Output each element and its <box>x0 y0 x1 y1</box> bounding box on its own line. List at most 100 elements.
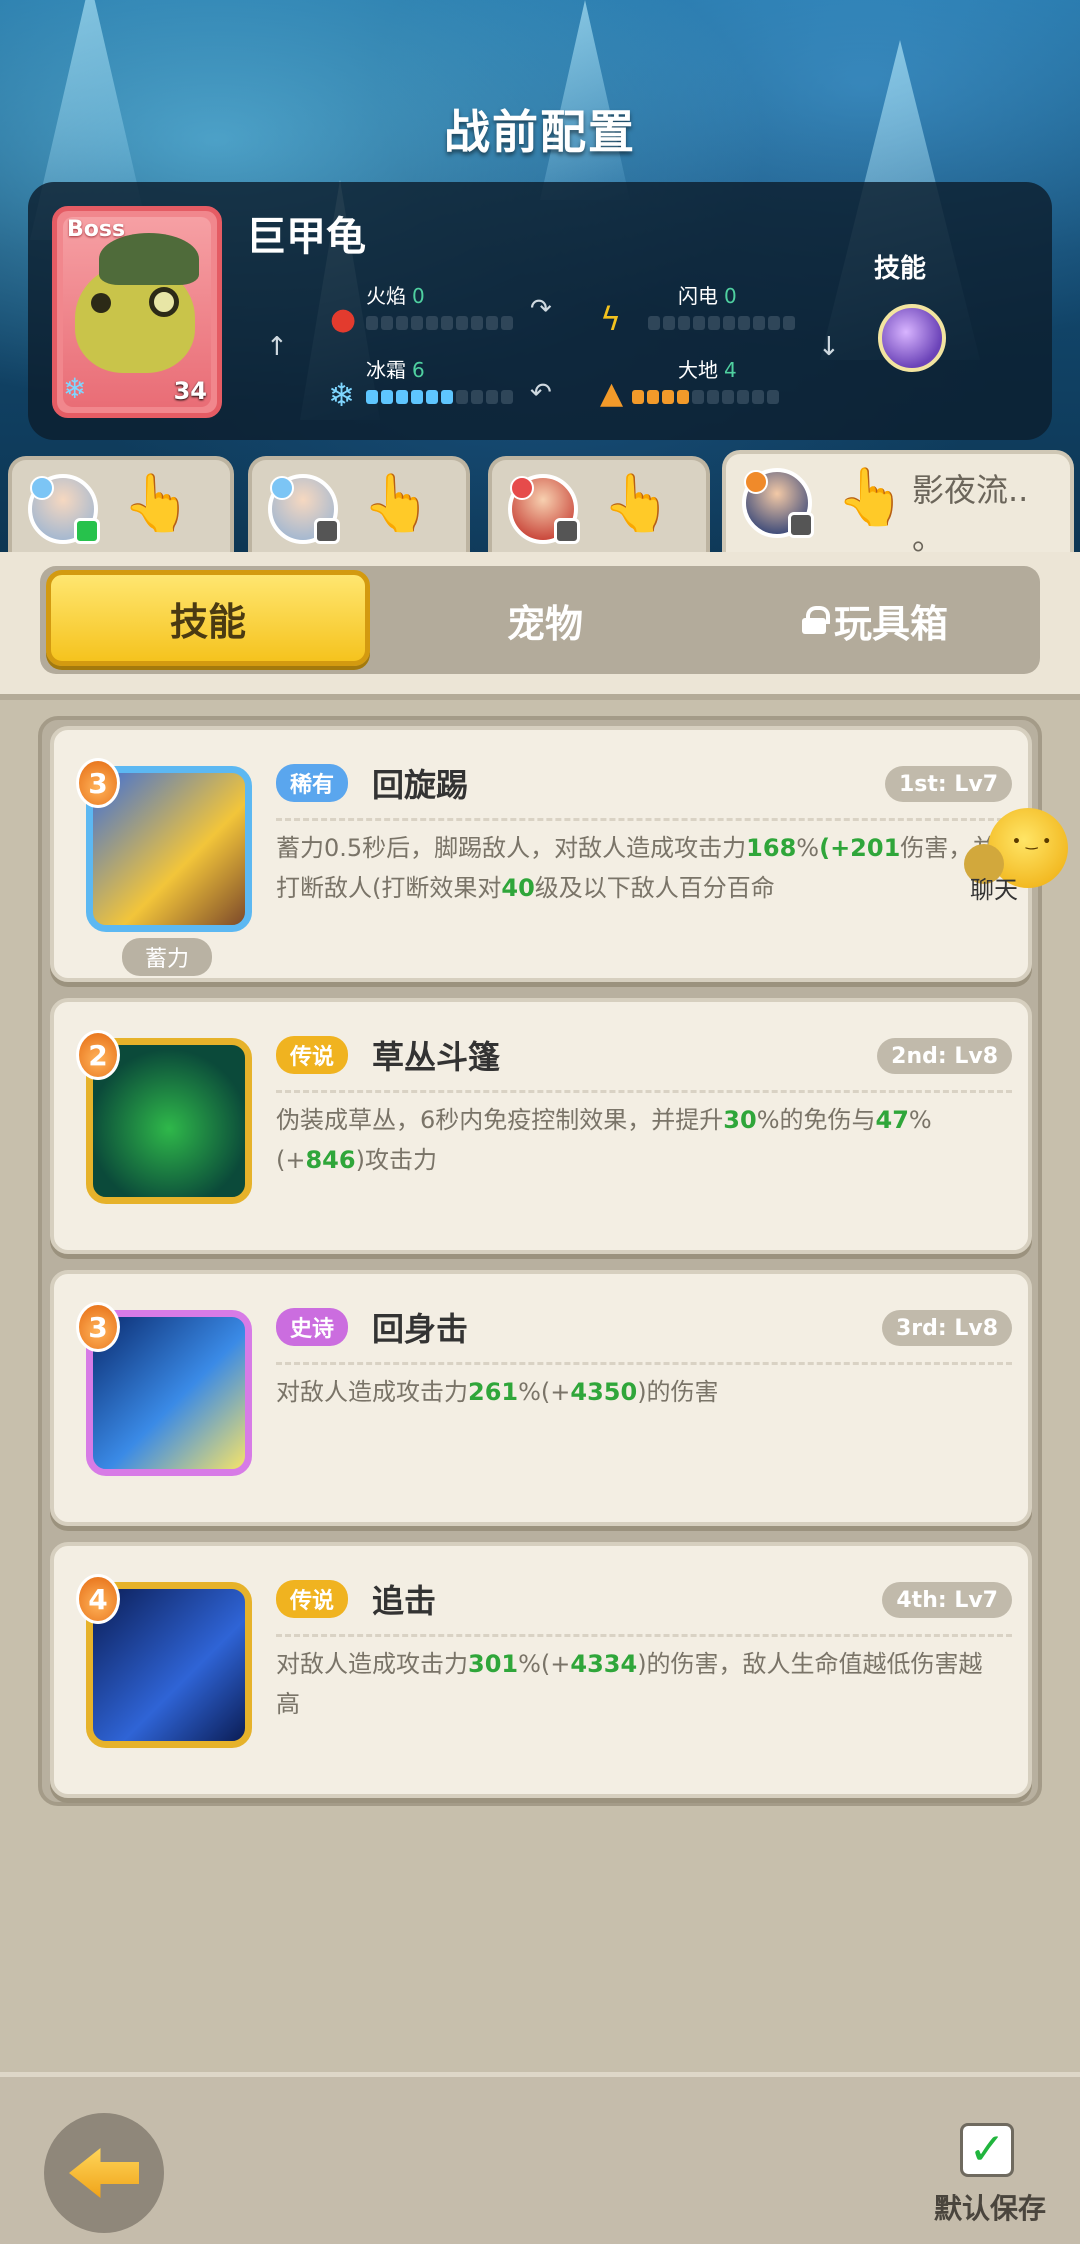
skill-desc-number: 4350 <box>570 1378 638 1406</box>
stat-earth: 大地 4 <box>678 354 737 383</box>
skill-desc-number: 261 <box>468 1378 519 1406</box>
pointing-hand-icon: 👆 <box>362 471 432 536</box>
skill-name: 回身击 <box>372 1310 469 1348</box>
skill-level-badge: 2nd: Lv8 <box>877 1038 1012 1074</box>
skill-card-3[interactable]: 3 史诗 回身击 3rd: Lv8 对敌人造成攻击力261%(+4350)的伤害 <box>50 1270 1032 1526</box>
stat-lightning: 闪电 0 <box>678 280 737 309</box>
skill-slot-number: 4 <box>76 1574 120 1624</box>
skill-desc-number: 30 <box>723 1106 757 1134</box>
rarity-badge: 传说 <box>276 1036 349 1074</box>
stat-bar-ice <box>366 390 513 404</box>
smile-face-icon: • ‿ • <box>1012 834 1052 850</box>
stat-bar-lightning <box>648 316 795 330</box>
stat-value: 0 <box>724 284 737 308</box>
skill-desc-number: 4334 <box>570 1650 638 1678</box>
cycle-arrow-icon: ↓ <box>818 332 840 362</box>
divider <box>276 1634 1012 1637</box>
charge-badge: 蓄力 <box>122 938 212 976</box>
stat-value: 4 <box>724 358 737 382</box>
tab-pets[interactable]: 宠物 <box>380 566 710 674</box>
pointing-hand-icon: 👆 <box>122 471 192 536</box>
lightning-icon: ϟ <box>600 300 622 338</box>
skill-desc-number: 168 <box>746 834 797 862</box>
stat-value: 6 <box>412 358 425 382</box>
snowflake-icon: ❄ <box>328 376 355 414</box>
skill-desc-text: 对敌人造成攻击力 <box>276 1378 468 1406</box>
skill-card-1[interactable]: 3 蓄力 稀有 回旋踢 1st: Lv7 蓄力0.5秒后，脚踢敌人，对敌人造成攻… <box>50 726 1032 982</box>
rarity-badge: 传说 <box>276 1580 349 1618</box>
stat-label: 大地 <box>678 358 718 382</box>
chat-label: 聊天 <box>970 876 1018 904</box>
skill-level-badge: 1st: Lv7 <box>884 766 1012 802</box>
skill-desc-text: 蓄力0.5秒后，脚踢敌人，对敌人造成攻击力 <box>276 834 747 862</box>
skill-description: 伪装成草丛，6秒内免疫控制效果，并提升30%的免伤与47%(+846)攻击力 <box>276 1100 1006 1180</box>
page-title: 战前配置 <box>444 105 636 159</box>
skill-desc-text: )的伤害 <box>637 1378 719 1406</box>
tab-label: 玩具箱 <box>833 601 948 646</box>
skill-name: 草丛斗篷 <box>372 1038 501 1076</box>
skill-level-badge: 3rd: Lv8 <box>881 1310 1012 1346</box>
boss-skill-label: 技能 <box>874 254 927 284</box>
tab-skills[interactable]: 技能 <box>46 570 370 666</box>
skill-desc-text: %(+ <box>518 1650 571 1678</box>
cycle-arrow-icon: ↷ <box>530 294 552 324</box>
skill-desc-text: % <box>796 834 820 862</box>
skill-card-4[interactable]: 4 传说 追击 4th: Lv7 对敌人造成攻击力301%(+4334)的伤害，… <box>50 1542 1032 1798</box>
divider <box>276 818 1012 821</box>
stat-label: 火焰 <box>366 284 406 308</box>
category-tabbar: 技能 宠物 玩具箱 <box>40 566 1040 674</box>
skill-description: 蓄力0.5秒后，脚踢敌人，对敌人造成攻击力168%(+201伤害，并打断敌人(打… <box>276 828 1006 908</box>
hero-status-icon <box>314 518 340 544</box>
tab-label: 宠物 <box>506 601 583 646</box>
boss-toad-monocle <box>149 287 179 317</box>
boss-portrait[interactable]: Boss ❄ 34 <box>52 206 222 418</box>
tab-toybox[interactable]: 玩具箱 <box>710 566 1040 674</box>
boss-skill-orb-icon[interactable] <box>878 304 946 372</box>
rarity-badge: 稀有 <box>276 764 349 802</box>
hero-name-line1: 影夜流.. <box>912 471 1029 509</box>
hero-status-icon <box>74 518 100 544</box>
skill-card-2[interactable]: 2 传说 草丛斗篷 2nd: Lv8 伪装成草丛，6秒内免疫控制效果，并提升30… <box>50 998 1032 1254</box>
skill-desc-number: 40 <box>501 874 535 902</box>
hero-avatar <box>28 474 100 544</box>
skill-slot-number: 3 <box>76 758 120 808</box>
hero-name: 影夜流..。 <box>912 466 1072 562</box>
skill-description: 对敌人造成攻击力301%(+4334)的伤害，敌人生命值越低伤害越高 <box>276 1644 1006 1724</box>
stat-bar-earth <box>632 390 779 404</box>
hero-tab-4[interactable]: 👆 影夜流..。 <box>722 450 1074 558</box>
hero-tab-2[interactable]: 👆 <box>248 456 470 552</box>
bottom-bar: ✓ 默认保存 <box>0 2072 1080 2244</box>
back-button[interactable] <box>44 2113 164 2233</box>
skill-desc-number: 47 <box>875 1106 909 1134</box>
skill-name: 追击 <box>372 1582 437 1620</box>
stat-value: 0 <box>412 284 425 308</box>
tab-label: 技能 <box>169 599 246 644</box>
mountain-icon: ▲ <box>600 376 624 411</box>
rarity-badge: 史诗 <box>276 1308 349 1346</box>
stat-label: 冰霜 <box>366 358 406 382</box>
back-arrow-icon <box>69 2148 139 2198</box>
hero-tab-1[interactable]: 👆 <box>8 456 234 552</box>
skill-desc-number: 846 <box>305 1146 356 1174</box>
stat-fire: 火焰 0 <box>366 280 425 309</box>
skill-slot-number: 3 <box>76 1302 120 1352</box>
cycle-arrow-icon: ↶ <box>530 378 552 408</box>
lock-icon <box>801 606 830 634</box>
hero-element-icon <box>270 476 294 500</box>
skill-slot-number: 2 <box>76 1030 120 1080</box>
skill-desc-number: 301 <box>468 1650 519 1678</box>
hero-avatar <box>742 468 814 538</box>
checkmark-icon: ✓ <box>968 2124 1006 2175</box>
default-save-label: 默认保存 <box>934 2192 1047 2225</box>
divider <box>276 1090 1012 1093</box>
hero-tab-3[interactable]: 👆 <box>488 456 710 552</box>
pointing-hand-icon: 👆 <box>602 471 672 536</box>
boss-name: 巨甲龟 <box>246 214 366 260</box>
hero-element-icon <box>510 476 534 500</box>
boss-level: 34 <box>173 377 207 405</box>
skill-desc-text: %(+ <box>518 1378 571 1406</box>
skill-desc-text: )攻击力 <box>355 1146 437 1174</box>
default-save-checkbox[interactable]: ✓ <box>960 2123 1014 2177</box>
skill-description: 对敌人造成攻击力261%(+4350)的伤害 <box>276 1372 1006 1452</box>
skill-level-badge: 4th: Lv7 <box>882 1582 1012 1618</box>
